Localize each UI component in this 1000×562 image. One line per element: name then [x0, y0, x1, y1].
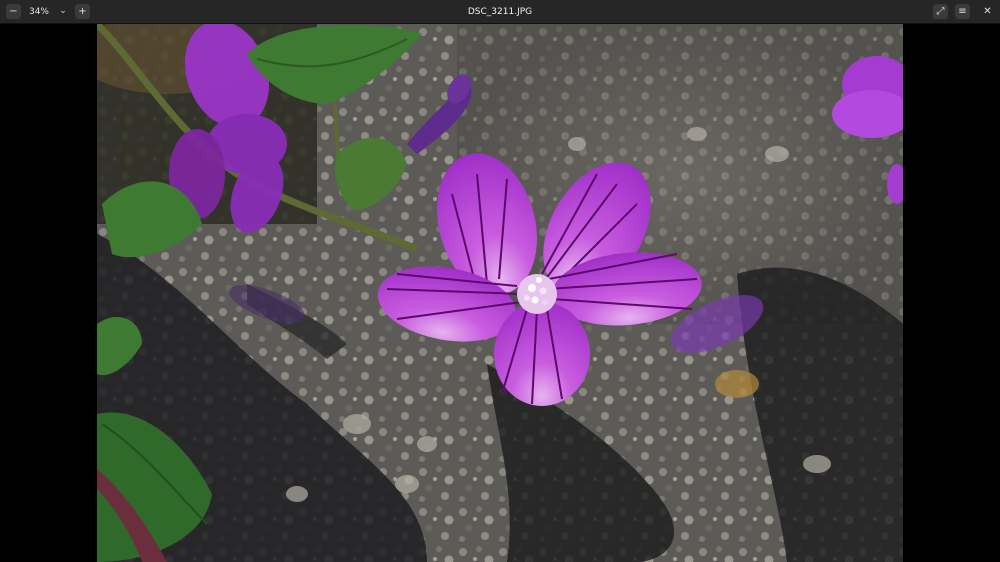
zoom-in-button[interactable]: + [75, 4, 90, 19]
title-bar: − 34% ⌄ + DSC_3211.JPG ⤢ ≡ ✕ [0, 0, 1000, 24]
zoom-out-button[interactable]: − [6, 4, 21, 19]
zoom-dropdown-button[interactable]: ⌄ [58, 6, 68, 16]
hamburger-menu-icon: ≡ [958, 5, 967, 17]
fullscreen-icon: ⤢ [936, 5, 945, 17]
image-canvas[interactable] [0, 24, 1000, 562]
zoom-in-icon: + [78, 5, 87, 17]
photo-illustration [97, 24, 903, 562]
window-title: DSC_3211.JPG [467, 7, 533, 17]
fullscreen-button[interactable]: ⤢ [933, 4, 948, 19]
photo [97, 24, 903, 562]
zoom-level[interactable]: 34% [24, 0, 54, 24]
zoom-out-icon: − [9, 5, 18, 17]
close-icon: ✕ [983, 5, 992, 17]
close-button[interactable]: ✕ [980, 4, 995, 19]
menu-button[interactable]: ≡ [955, 4, 970, 19]
chevron-down-icon: ⌄ [59, 6, 67, 16]
